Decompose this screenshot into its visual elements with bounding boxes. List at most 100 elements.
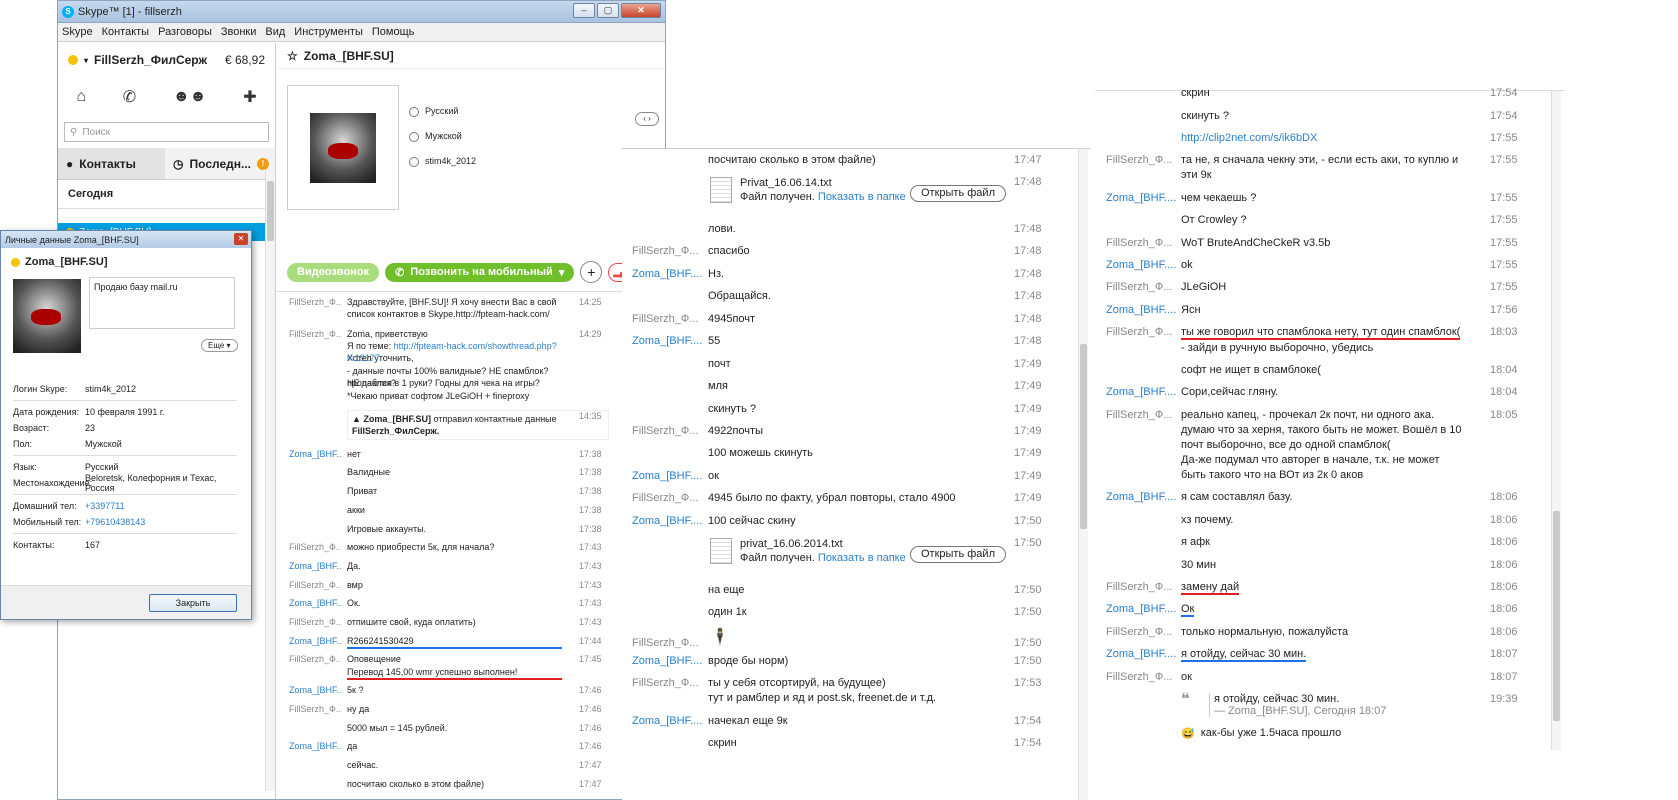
sender-name[interactable]: Zoma_[BHF.... <box>289 597 341 609</box>
message-time: 17:50 <box>1014 515 1042 527</box>
show-in-folder-link[interactable]: Показать в папке <box>818 191 906 203</box>
dialog-close-button[interactable]: Закрыть <box>149 594 237 612</box>
sender-name[interactable]: FillSerzh_Ф... <box>1106 280 1178 295</box>
message-text: ты же говорил что спамблока нету, тут од… <box>1181 326 1461 340</box>
menu-item[interactable]: Вид <box>265 26 285 38</box>
field-label: Пол: <box>13 439 33 449</box>
sender-name[interactable]: FillSerzh_Ф... <box>289 653 341 665</box>
phone-icon[interactable]: ✆ <box>123 87 136 107</box>
message-text: посчитаю сколько в этом файле) <box>708 154 876 166</box>
add-contact-icon[interactable]: ✚ <box>243 87 256 107</box>
close-button[interactable]: ✕ <box>621 3 661 18</box>
message-text: - зайди в ручную выборочно, убедись <box>1181 342 1374 354</box>
open-file-button[interactable]: Открыть файл <box>910 546 1006 563</box>
sender-name[interactable]: Zoma_[BHF.... <box>1106 490 1178 505</box>
field-value: 167 <box>85 540 101 550</box>
sender-name[interactable]: FillSerzh_Ф... <box>1106 670 1178 685</box>
share-sender[interactable]: Zoma_[BHF.SU] <box>363 414 431 424</box>
sender-name[interactable]: FillSerzh_Ф... <box>1106 625 1178 640</box>
menu-item[interactable]: Звонки <box>221 26 257 38</box>
sender-name[interactable]: Zoma_[BHF.... <box>1106 385 1178 400</box>
chevron-down-icon[interactable]: ▾ <box>559 266 565 279</box>
sender-name[interactable]: Zoma_[BHF.... <box>1106 303 1178 318</box>
avatar[interactable] <box>287 85 399 210</box>
skype-icon <box>409 156 419 167</box>
menu-item[interactable]: Инструменты <box>294 26 363 38</box>
message-text: посчитаю сколько в этом файле) <box>347 779 485 789</box>
language-icon <box>409 106 419 117</box>
call-mobile-button[interactable]: ✆ Позвонить на мобильный ▾ <box>385 262 575 282</box>
sender-name[interactable]: Zoma_[BHF.... <box>632 469 704 483</box>
status-away-icon[interactable] <box>68 55 78 65</box>
sender-name[interactable]: Zoma_[BHF.... <box>632 654 704 668</box>
sender-name[interactable]: FillSerzh_Ф... <box>289 703 341 715</box>
sender-name[interactable]: Zoma_[BHF.... <box>289 448 341 460</box>
sender-name[interactable]: FillSerzh_Ф... <box>289 328 341 340</box>
maximize-button[interactable]: ▢ <box>597 3 619 18</box>
sender-name[interactable]: FillSerzh_Ф... <box>1106 325 1178 340</box>
field-row: Контакты: 167 <box>13 537 237 553</box>
link-prefix: Я по теме: <box>347 341 394 351</box>
sender-name[interactable]: Zoma_[BHF.... <box>1106 258 1178 273</box>
sender-name[interactable]: FillSerzh_Ф... <box>632 244 704 258</box>
sender-name[interactable]: FillSerzh_Ф... <box>289 296 341 308</box>
sender-name[interactable]: FillSerzh_Ф... <box>1106 153 1178 168</box>
add-button[interactable]: + <box>580 261 603 283</box>
sender-name[interactable]: Zoma_[BHF.... <box>289 684 341 696</box>
sender-name[interactable]: FillSerzh_Ф... <box>289 616 341 628</box>
favorite-star-icon[interactable]: ☆ <box>287 49 298 63</box>
message-time: 18:03 <box>1490 326 1518 338</box>
sender-name[interactable]: Zoma_[BHF.... <box>632 334 704 348</box>
sender-name[interactable]: Zoma_[BHF.... <box>1106 602 1178 617</box>
search-input[interactable]: ⚲ Поиск <box>64 122 269 142</box>
tab-contacts[interactable]: ● Контакты <box>58 148 166 179</box>
open-file-button[interactable]: Открыть файл <box>910 185 1006 202</box>
tab-recent[interactable]: ◷ Последн... ! <box>165 148 275 179</box>
sender-name[interactable]: FillSerzh_Ф... <box>289 541 341 553</box>
clip-link[interactable]: http://clip2net.com/s/ik6bDX <box>1181 132 1317 144</box>
profile-nav-arrows[interactable]: ‹ › <box>635 112 659 126</box>
sender-name[interactable]: FillSerzh_Ф... <box>1106 408 1178 423</box>
panel3-scrollbar[interactable] <box>1551 91 1561 750</box>
group-icon[interactable]: ☻☻ <box>173 88 207 106</box>
sender-name[interactable]: FillSerzh_Ф... <box>632 491 704 505</box>
menu-item[interactable]: Skype <box>62 26 93 38</box>
sender-name[interactable]: FillSerzh_Ф... <box>632 636 704 650</box>
sender-name[interactable]: Zoma_[BHF.... <box>632 514 704 528</box>
account-balance[interactable]: € 68,92 <box>225 53 265 67</box>
dialog-close-icon[interactable]: ✕ <box>234 233 248 245</box>
video-call-button[interactable]: Видеозвонок <box>287 262 380 282</box>
menu-item[interactable]: Разговоры <box>158 26 212 38</box>
sender-name[interactable]: Zoma_[BHF.... <box>632 267 704 281</box>
sender-name[interactable]: Zoma_[BHF.... <box>632 714 704 728</box>
panel2-scrollbar[interactable] <box>1078 149 1088 800</box>
account-bar[interactable]: ▾ FillSerzh_ФилСерж € 68,92 <box>58 43 275 77</box>
sender-name[interactable]: Zoma_[BHF.... <box>1106 647 1178 662</box>
field-value[interactable]: +3397711 <box>85 501 125 511</box>
sender-name[interactable]: Zoma_[BHF.... <box>1106 191 1178 206</box>
field-value[interactable]: +79610438143 <box>85 517 145 527</box>
menu-item[interactable]: Контакты <box>102 26 150 38</box>
contacts-scrollbar[interactable] <box>265 171 275 791</box>
message-text: та не, я сначала чекну эти, - если есть … <box>1181 154 1459 181</box>
home-icon[interactable]: ⌂ <box>76 88 86 106</box>
sender-name[interactable]: Zoma_[BHF.... <box>289 560 341 572</box>
sender-name[interactable]: FillSerzh_Ф... <box>632 312 704 326</box>
sender-name[interactable]: Zoma_[BHF.... <box>289 740 341 752</box>
file-status: Файл получен. <box>740 191 815 203</box>
sender-name[interactable]: Zoma_[BHF.... <box>289 635 341 647</box>
message-time: 14:35 <box>579 411 602 421</box>
sender-name[interactable]: FillSerzh_Ф... <box>1106 580 1178 595</box>
sender-name[interactable]: FillSerzh_Ф... <box>289 579 341 591</box>
more-button[interactable]: Еще ▾ <box>201 339 238 352</box>
show-in-folder-link[interactable]: Показать в папке <box>818 552 906 564</box>
field-value: Мужской <box>85 439 122 449</box>
sender-name[interactable]: FillSerzh_Ф... <box>1106 236 1178 251</box>
chevron-down-icon[interactable]: ▾ <box>84 56 88 65</box>
sender-name[interactable]: FillSerzh_Ф... <box>632 424 704 438</box>
sender-name[interactable]: FillSerzh_Ф... <box>632 676 704 690</box>
menu-item[interactable]: Помощь <box>372 26 415 38</box>
minimize-button[interactable]: ‒ <box>573 3 595 18</box>
share-target[interactable]: FillSerzh_ФилСерж. <box>352 426 439 436</box>
emoticon-man-icon: 🕴 <box>710 629 730 646</box>
